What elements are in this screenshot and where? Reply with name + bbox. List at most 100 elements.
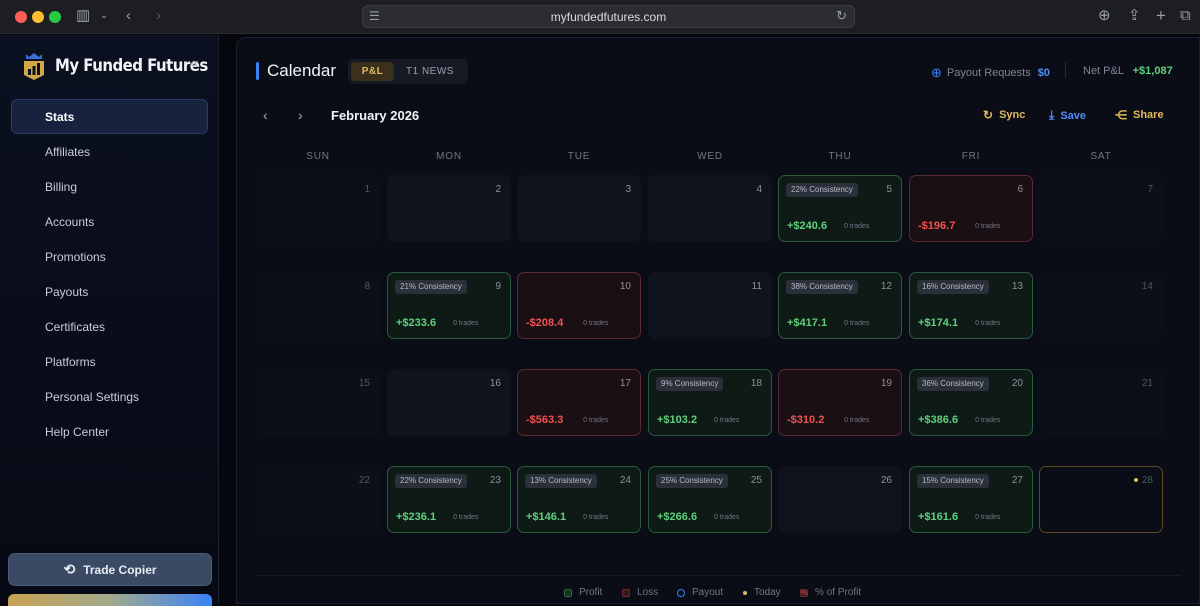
next-month-icon[interactable]: › (298, 107, 303, 123)
calendar-day-cell[interactable]: 21 (1039, 369, 1163, 436)
page-title: Calendar (267, 61, 336, 80)
collapse-sidebar-icon[interactable]: « (190, 55, 199, 73)
calendar-day-cell[interactable]: 18 9% Consistency +$103.2 0 trades (648, 369, 772, 436)
sidebar-item-accounts[interactable]: Accounts (11, 204, 208, 239)
calendar-day-cell[interactable]: 14 (1039, 272, 1163, 339)
calendar-day-cell[interactable]: 9 21% Consistency +$233.6 0 trades (387, 272, 511, 339)
trade-count: 0 trades (714, 514, 740, 521)
day-number: 18 (750, 378, 762, 389)
calendar-day-cell[interactable]: 5 22% Consistency +$240.6 0 trades (778, 175, 902, 242)
calendar-day-cell[interactable]: 8 (256, 272, 380, 339)
close-window-button[interactable] (15, 11, 27, 23)
consistency-badge: 22% Consistency (395, 474, 467, 488)
trade-count: 0 trades (975, 514, 1001, 521)
sidebar-item-billing[interactable]: Billing (11, 169, 208, 204)
sidebar-item-promotions[interactable]: Promotions (11, 239, 208, 274)
day-number: 5 (886, 184, 892, 195)
calendar-day-cell[interactable]: 28 (1039, 466, 1163, 533)
legend-percent-of-profit: % % of Profit (800, 587, 861, 598)
calendar-day-cell[interactable]: 26 (778, 466, 902, 533)
consistency-badge: 16% Consistency (917, 280, 989, 294)
sidebar-toggle-icon[interactable]: ▥ (76, 6, 90, 26)
day-pnl: +$161.6 (918, 511, 959, 523)
reload-icon[interactable]: ↻ (836, 8, 847, 24)
calendar-day-cell[interactable]: 4 (648, 175, 772, 242)
day-number: 28 (1141, 475, 1153, 486)
save-button[interactable]: ⤓ Save (1049, 108, 1086, 123)
calendar-day-cell[interactable]: 12 38% Consistency +$417.1 0 trades (778, 272, 902, 339)
chevron-down-icon[interactable]: ⌄ (100, 6, 108, 26)
sidebar-item-personal-settings[interactable]: Personal Settings (11, 379, 208, 414)
calendar-day-cell[interactable]: 2 (387, 175, 511, 242)
day-number: 14 (1141, 281, 1153, 292)
view-tabs: P&L T1 NEWS (348, 59, 468, 84)
calendar-day-cell[interactable]: 20 36% Consistency +$386.6 0 trades (909, 369, 1033, 436)
day-pnl: -$196.7 (918, 220, 956, 232)
consistency-badge: 38% Consistency (786, 280, 858, 294)
calendar-panel: Calendar P&L T1 NEWS ⊕ Payout Requests $… (236, 37, 1200, 604)
brand-name: My Funded Futures (55, 56, 208, 76)
calendar-day-cell[interactable]: 19 -$310.2 0 trades (778, 369, 902, 436)
sidebar-item-platforms[interactable]: Platforms (11, 344, 208, 379)
share-nodes-icon: ⋲ (1115, 108, 1127, 122)
sidebar-item-help-center[interactable]: Help Center (11, 414, 208, 449)
sidebar-item-certificates[interactable]: Certificates (11, 309, 208, 344)
promo-banner[interactable] (8, 594, 212, 606)
new-tab-icon[interactable]: + (1156, 6, 1166, 26)
sidebar-item-payouts[interactable]: Payouts (11, 274, 208, 309)
calendar-day-cell[interactable]: 17 -$563.3 0 trades (517, 369, 641, 436)
calendar-day-cell[interactable]: 16 (387, 369, 511, 436)
day-number: 24 (619, 475, 631, 486)
trade-count: 0 trades (453, 320, 479, 327)
calendar-day-cell[interactable]: 11 (648, 272, 772, 339)
download-icon[interactable]: ⊕ (1098, 6, 1111, 26)
legend-loss: Loss (622, 587, 658, 598)
consistency-badge: 25% Consistency (656, 474, 728, 488)
tab-overview-icon[interactable]: ⧉ (1180, 6, 1191, 26)
browser-toolbar: ▥ ⌄ ‹ › ☰ myfundedfutures.com ↻ ⊕ ⇪ + ⧉ (0, 0, 1200, 34)
sidebar-item-stats[interactable]: Stats (11, 99, 208, 134)
title-accent-bar (256, 62, 259, 80)
back-icon[interactable]: ‹ (126, 6, 131, 26)
share-button[interactable]: ⋲ Share (1115, 108, 1164, 122)
calendar-day-cell[interactable]: 23 22% Consistency +$236.1 0 trades (387, 466, 511, 533)
legend-label: Payout (692, 587, 724, 598)
calendar-day-cell[interactable]: 15 (256, 369, 380, 436)
weekday-header: FRI (961, 151, 981, 162)
weekday-header: THU (828, 151, 852, 162)
calendar-day-cell[interactable]: 24 13% Consistency +$146.1 0 trades (517, 466, 641, 533)
tab-pnl[interactable]: P&L (351, 62, 394, 81)
calendar-day-cell[interactable]: 27 15% Consistency +$161.6 0 trades (909, 466, 1033, 533)
address-bar[interactable]: ☰ myfundedfutures.com ↻ (362, 5, 855, 28)
month-title: February 2026 (331, 108, 420, 123)
sidebar-item-affiliates[interactable]: Affiliates (11, 134, 208, 169)
consistency-badge: 15% Consistency (917, 474, 989, 488)
divider (1065, 62, 1066, 78)
zoom-window-button[interactable] (49, 11, 61, 23)
calendar-day-cell[interactable]: 10 -$208.4 0 trades (517, 272, 641, 339)
prev-month-icon[interactable]: ‹ (263, 107, 268, 123)
trade-count: 0 trades (844, 320, 870, 327)
sync-button[interactable]: ↻ Sync (983, 108, 1025, 122)
trade-count: 0 trades (975, 417, 1001, 424)
calendar-day-cell[interactable]: 3 (517, 175, 641, 242)
calendar-day-cell[interactable]: 25 25% Consistency +$266.6 0 trades (648, 466, 772, 533)
calendar-day-cell[interactable]: 22 (256, 466, 380, 533)
tab-t1-news[interactable]: T1 NEWS (400, 62, 460, 81)
trade-count: 0 trades (453, 514, 479, 521)
trade-copier-button[interactable]: ⟲ Trade Copier (8, 553, 212, 586)
minimize-window-button[interactable] (32, 11, 44, 23)
calendar-day-cell[interactable]: 7 (1039, 175, 1163, 242)
day-number: 17 (619, 378, 631, 389)
day-pnl: +$146.1 (526, 511, 567, 523)
calendar-day-cell[interactable]: 6 -$196.7 0 trades (909, 175, 1033, 242)
payout-requests[interactable]: ⊕ Payout Requests $0 (931, 65, 1050, 81)
trade-count: 0 trades (844, 223, 870, 230)
copier-icon: ⟲ (63, 561, 76, 577)
share-icon[interactable]: ⇪ (1128, 6, 1141, 26)
calendar-day-cell[interactable]: 1 (256, 175, 380, 242)
calendar-day-cell[interactable]: 13 16% Consistency +$174.1 0 trades (909, 272, 1033, 339)
trade-count: 0 trades (975, 320, 1001, 327)
forward-icon[interactable]: › (156, 6, 161, 26)
day-number: 1 (364, 184, 370, 195)
